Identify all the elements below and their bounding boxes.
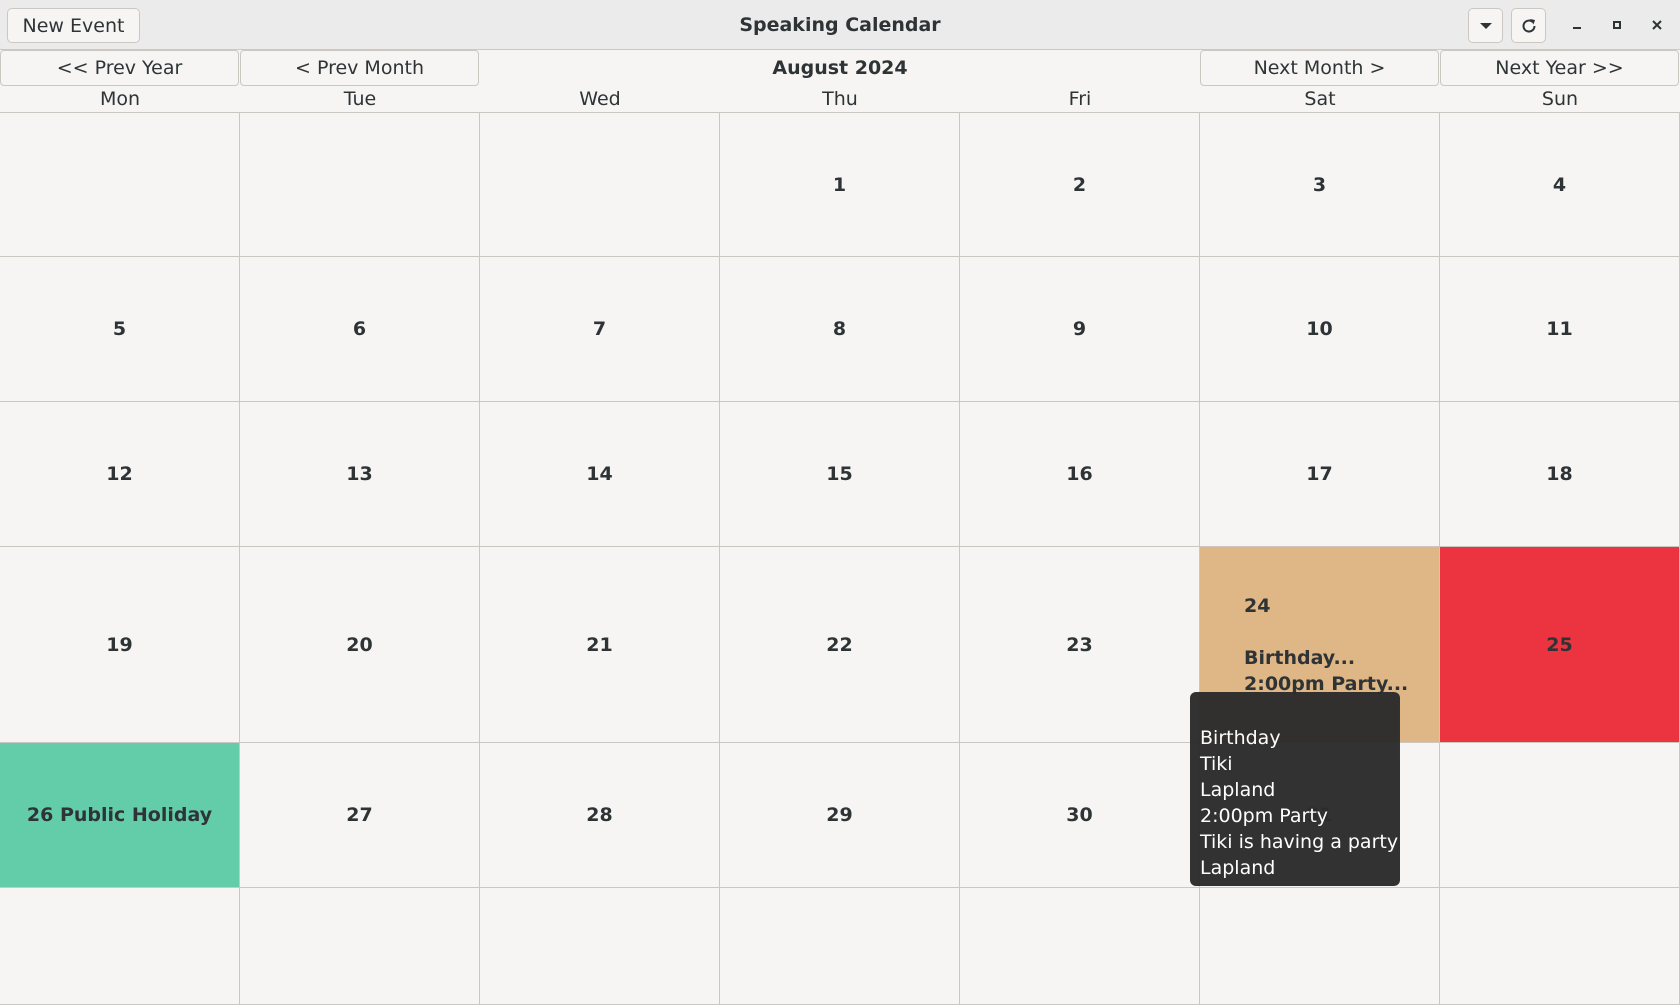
day-cell[interactable] — [1440, 888, 1680, 1005]
minimize-icon — [1573, 27, 1581, 29]
day-cell[interactable]: 8 — [720, 257, 960, 402]
day-cell[interactable]: 22 — [720, 547, 960, 743]
tooltip-line: Tiki — [1200, 753, 1233, 775]
weekday-label: Sun — [1541, 88, 1579, 110]
day-cell[interactable] — [480, 888, 720, 1005]
day-cell[interactable]: 19 — [0, 547, 240, 743]
day-cell[interactable]: 6 — [240, 257, 480, 402]
maximize-icon — [1613, 21, 1621, 29]
day-cell[interactable] — [1200, 888, 1440, 1005]
next-month-button[interactable]: Next Month > — [1200, 50, 1439, 86]
day-cell[interactable]: 11 — [1440, 257, 1680, 402]
refresh-icon — [1522, 18, 1536, 33]
prev-month-button[interactable]: < Prev Month — [240, 50, 479, 86]
day-cell[interactable]: 2 — [960, 112, 1200, 257]
minimize-button[interactable] — [1560, 8, 1594, 42]
day-cell[interactable]: 28 — [480, 743, 720, 888]
day-cell[interactable]: 15 — [720, 402, 960, 547]
day-cell-holiday[interactable]: 25 — [1440, 547, 1680, 743]
day-cell-public-holiday[interactable]: 26 Public Holiday — [0, 743, 240, 888]
day-cell[interactable] — [960, 888, 1200, 1005]
maximize-button[interactable] — [1600, 8, 1634, 42]
event-tooltip: Birthday Tiki Lapland 2:00pm Party Tiki … — [1190, 692, 1400, 886]
day-cell[interactable]: 20 — [240, 547, 480, 743]
day-cell[interactable] — [0, 888, 240, 1005]
close-button[interactable] — [1640, 8, 1674, 42]
day-cell[interactable]: 23 — [960, 547, 1200, 743]
month-label: August 2024 — [772, 57, 908, 79]
tooltip-line: Birthday — [1200, 727, 1281, 749]
tooltip-line: Lapland — [1200, 857, 1276, 879]
day-cell[interactable] — [0, 112, 240, 257]
weekday-label: Tue — [343, 88, 377, 110]
day-cell[interactable]: 5 — [0, 257, 240, 402]
day-cell[interactable]: 1 — [720, 112, 960, 257]
day-cell[interactable] — [720, 888, 960, 1005]
day-cell[interactable]: 3 — [1200, 112, 1440, 257]
refresh-button[interactable] — [1511, 8, 1546, 43]
day-cell[interactable] — [240, 888, 480, 1005]
weekday-label: Thu — [822, 88, 858, 110]
tooltip-line: 2:00pm Party — [1200, 805, 1329, 827]
day-cell[interactable]: 10 — [1200, 257, 1440, 402]
day-cell[interactable]: 30 — [960, 743, 1200, 888]
prev-year-button[interactable]: << Prev Year — [0, 50, 239, 86]
header-bar: New Event Speaking Calendar — [0, 0, 1680, 50]
day-cell[interactable] — [1440, 743, 1680, 888]
weekday-label: Wed — [579, 88, 621, 110]
day-cell[interactable]: 17 — [1200, 402, 1440, 547]
day-cell[interactable]: 21 — [480, 547, 720, 743]
day-number: 24 — [1244, 595, 1271, 617]
day-cell[interactable] — [480, 112, 720, 257]
tooltip-line: Lapland — [1200, 779, 1276, 801]
menu-button[interactable] — [1468, 8, 1503, 43]
weekday-header-row: Mon Tue Wed Thu Fri Sat Sun — [0, 86, 1680, 112]
calendar-grid: 1 2 3 4 5 6 7 8 9 10 11 12 13 14 15 16 1… — [0, 112, 1680, 1005]
close-icon — [1652, 20, 1662, 30]
new-event-button[interactable]: New Event — [7, 8, 140, 43]
month-navigation: << Prev Year < Prev Month August 2024 Ne… — [0, 50, 1680, 86]
day-cell[interactable]: 14 — [480, 402, 720, 547]
day-cell[interactable]: 9 — [960, 257, 1200, 402]
day-cell[interactable]: 4 — [1440, 112, 1680, 257]
day-cell[interactable]: 29 — [720, 743, 960, 888]
day-cell[interactable]: 13 — [240, 402, 480, 547]
tooltip-line: Tiki is having a party — [1200, 831, 1399, 853]
weekday-label: Sat — [1304, 88, 1336, 110]
weekday-label: Mon — [99, 88, 141, 110]
day-cell[interactable]: 27 — [240, 743, 480, 888]
next-year-button[interactable]: Next Year >> — [1440, 50, 1679, 86]
day-cell[interactable]: 7 — [480, 257, 720, 402]
chevron-down-icon — [1479, 22, 1492, 29]
weekday-label: Fri — [1068, 88, 1092, 110]
event-summary: Birthday... — [1244, 647, 1356, 669]
day-cell[interactable]: 12 — [0, 402, 240, 547]
day-cell[interactable]: 18 — [1440, 402, 1680, 547]
day-cell[interactable] — [240, 112, 480, 257]
day-cell[interactable]: 16 — [960, 402, 1200, 547]
window-title: Speaking Calendar — [739, 14, 941, 36]
